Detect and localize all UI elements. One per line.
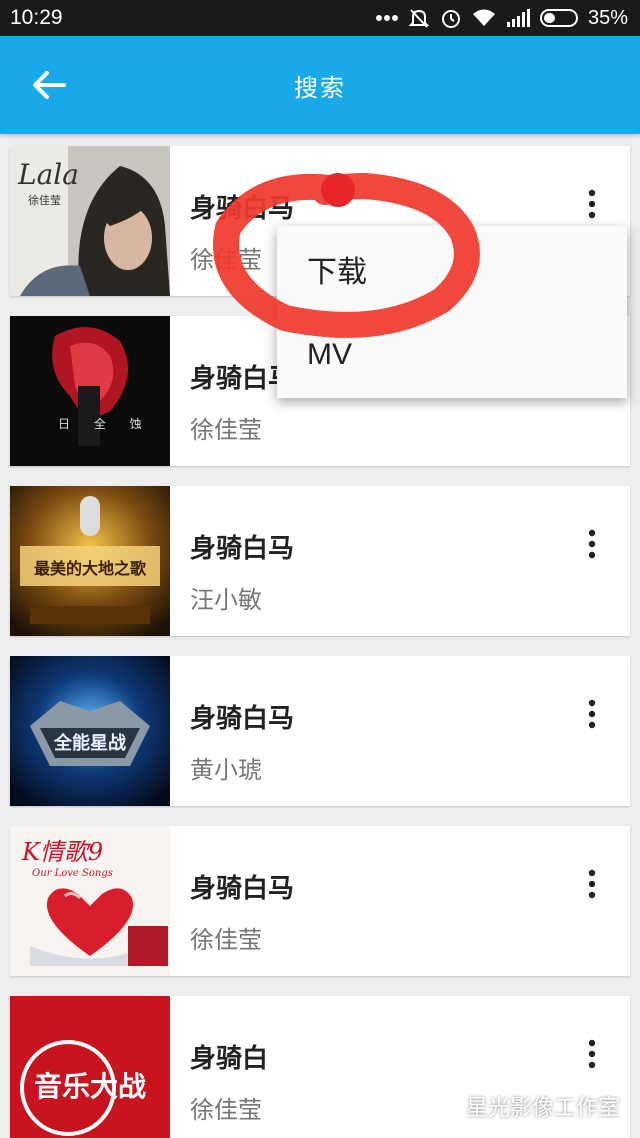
album-cover: 全能星战 — [10, 656, 170, 806]
alarm-icon — [440, 7, 462, 29]
menu-item-mv[interactable]: MV — [277, 312, 627, 398]
song-title: 身骑白马 — [190, 194, 295, 224]
more-options-icon[interactable] — [582, 696, 602, 736]
more-dots-icon — [375, 14, 398, 22]
album-cover: Lala 徐佳莹 — [10, 146, 170, 296]
song-artist: 徐佳莹 — [190, 1096, 262, 1124]
popup-menu: 下载 MV — [277, 226, 627, 398]
song-artist: 徐佳莹 — [190, 416, 262, 444]
cover-title: 日 全 蚀 — [58, 416, 152, 431]
signal-icon — [506, 8, 530, 28]
status-bar: 10:29 35% — [0, 0, 640, 36]
battery-icon — [539, 9, 578, 27]
list-item[interactable]: 最美的大地之歌 身骑白马 汪小敏 — [10, 486, 630, 636]
song-title: 身骑白 — [190, 1044, 269, 1074]
wifi-icon — [472, 8, 496, 28]
watermark: 星光影像工作室 — [419, 1090, 620, 1122]
album-cover: 音乐大战 — [10, 996, 170, 1138]
cover-title: 音乐大战 — [34, 1070, 146, 1103]
back-arrow-icon[interactable] — [32, 70, 66, 100]
more-options-icon[interactable] — [582, 1036, 602, 1076]
song-title: 身骑白马 — [190, 534, 295, 564]
cover-title: K情歌9 — [21, 838, 103, 866]
status-time: 10:29 — [10, 6, 63, 29]
wechat-icon — [419, 1090, 454, 1122]
song-artist: 汪小敏 — [190, 586, 262, 614]
app-bar: 搜索 — [0, 36, 640, 134]
song-artist: 徐佳莹 — [190, 246, 262, 274]
status-icons: 35% — [375, 6, 628, 30]
song-title: 身骑白马 — [190, 704, 295, 734]
album-cover: K情歌9 Our Love Songs — [10, 826, 170, 976]
cover-subtitle: Our Love Songs — [32, 868, 113, 879]
cover-title: 全能星战 — [53, 732, 126, 754]
song-artist: 徐佳莹 — [190, 926, 262, 954]
more-options-icon[interactable] — [582, 186, 602, 226]
album-cover: 日 全 蚀 — [10, 316, 170, 466]
cover-title: Lala — [17, 158, 79, 191]
more-options-icon[interactable] — [582, 866, 602, 906]
cover-title: 最美的大地之歌 — [34, 559, 147, 578]
menu-item-download[interactable]: 下载 — [277, 226, 627, 312]
song-title: 身骑白马 — [190, 874, 295, 904]
watermark-text: 星光影像工作室 — [465, 1096, 620, 1121]
battery-percent: 35% — [587, 6, 628, 29]
page-title: 搜索 — [294, 73, 346, 102]
album-cover: 最美的大地之歌 — [10, 486, 170, 636]
list-item[interactable]: K情歌9 Our Love Songs 身骑白马 徐佳莹 — [10, 826, 630, 976]
list-item[interactable]: 全能星战 身骑白马 黄小琥 — [10, 656, 630, 806]
song-artist: 黄小琥 — [190, 756, 262, 784]
cover-subtitle: 徐佳莹 — [28, 193, 61, 207]
mute-icon — [408, 7, 430, 29]
more-options-icon[interactable] — [582, 526, 602, 566]
